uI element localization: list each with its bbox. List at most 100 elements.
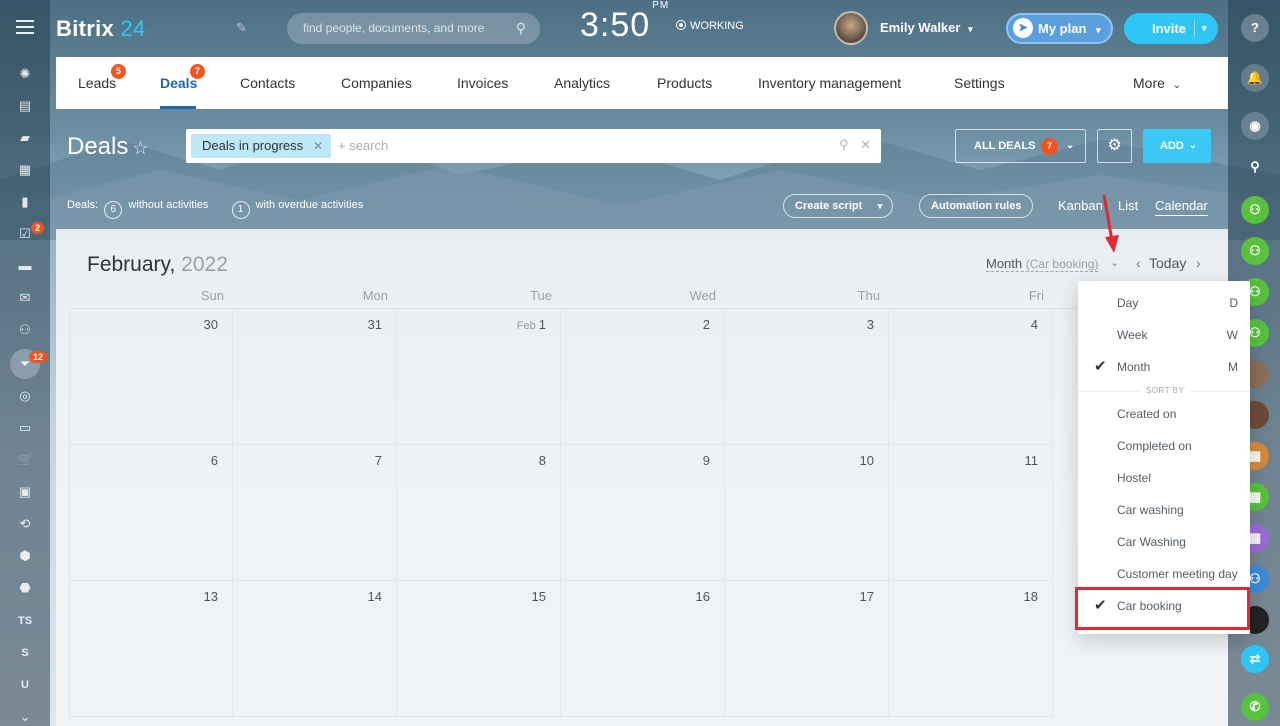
working-status[interactable]: WORKING xyxy=(676,20,744,32)
nav-products[interactable]: Products xyxy=(657,75,712,91)
chat-transfer-icon[interactable]: ⇄ xyxy=(1241,645,1269,673)
day-cell[interactable]: 16 xyxy=(561,581,725,717)
sidebar-item-ts[interactable]: TS xyxy=(17,614,33,628)
news-icon[interactable]: ▤ xyxy=(17,99,33,113)
menu-item-day[interactable]: Day D xyxy=(1078,287,1250,319)
sort-car-washing-2[interactable]: Car Washing xyxy=(1078,526,1250,558)
mail-icon[interactable]: ✉ xyxy=(17,291,33,305)
sort-completed-on[interactable]: Completed on xyxy=(1078,430,1250,462)
nav-settings[interactable]: Settings xyxy=(954,75,1005,91)
nav-active-underline xyxy=(160,106,196,109)
nav-contacts[interactable]: Contacts xyxy=(240,75,295,91)
groups-icon[interactable]: ⚇ xyxy=(17,323,33,337)
favorite-star-icon[interactable]: ☆ xyxy=(132,138,148,158)
nav-leads[interactable]: Leads xyxy=(78,75,116,91)
group-chat-icon-2[interactable]: ⚇ xyxy=(1241,237,1269,265)
nav-inventory-management[interactable]: Inventory management xyxy=(758,75,901,91)
automation-rules-button[interactable]: Automation rules xyxy=(919,194,1034,218)
activity-stream-icon[interactable]: ✺ xyxy=(17,67,33,81)
view-calendar[interactable]: Calendar xyxy=(1155,198,1208,216)
nav-deals[interactable]: Deals xyxy=(160,75,197,91)
sites-icon[interactable]: ▭ xyxy=(17,421,33,435)
notifications-icon[interactable]: 🔔 xyxy=(1241,64,1269,92)
sort-hostel[interactable]: Hostel xyxy=(1078,462,1250,494)
filter-search-icon[interactable]: ⚲ xyxy=(839,137,849,152)
nav-companies[interactable]: Companies xyxy=(341,75,412,91)
chip-close-icon[interactable]: ✕ xyxy=(313,134,323,158)
day-cell[interactable]: 4 xyxy=(889,309,1053,445)
expand-down-icon[interactable]: ⌄ xyxy=(17,710,33,724)
day-cell[interactable]: Feb 1 xyxy=(397,309,561,445)
user-menu[interactable]: Emily Walker ▾ xyxy=(880,20,973,35)
day-cell[interactable]: 17 xyxy=(725,581,889,717)
sort-created-on[interactable]: Created on xyxy=(1078,398,1250,430)
search-icon[interactable]: ⚲ xyxy=(1241,153,1269,181)
day-cell[interactable]: 30 xyxy=(69,309,233,445)
target-icon[interactable]: ◎ xyxy=(17,389,33,403)
day-cell[interactable]: 14 xyxy=(233,581,397,717)
day-cell[interactable]: 13 xyxy=(69,581,233,717)
filter-search-input[interactable]: + search xyxy=(338,138,388,153)
bitrix24-logo[interactable]: Bitrix 24 xyxy=(56,16,146,42)
day-cell[interactable]: 31 xyxy=(233,309,397,445)
day-cell[interactable]: 9 xyxy=(561,445,725,581)
filter-search-box[interactable]: Deals in progress ✕ + search ⚲ ✕ xyxy=(186,129,881,163)
create-script-chevron-icon[interactable]: ▾ xyxy=(878,195,883,217)
sidebar-item-u[interactable]: U xyxy=(17,678,33,692)
filter-clear-icon[interactable]: ✕ xyxy=(860,137,871,152)
view-kanban[interactable]: Kanban xyxy=(1058,198,1103,213)
user-avatar[interactable] xyxy=(834,11,868,45)
global-search-input[interactable]: find people, documents, and more ⚲ xyxy=(287,13,540,44)
overdue-activities-count[interactable]: 1 xyxy=(231,201,250,219)
package-icon[interactable]: ⬣ xyxy=(17,581,33,595)
calendar-icon[interactable]: ▦ xyxy=(17,163,33,177)
nav-invoices[interactable]: Invoices xyxy=(457,75,508,91)
group-chat-icon[interactable]: ⚇ xyxy=(1241,196,1269,224)
day-cell[interactable]: 7 xyxy=(233,445,397,581)
pencil-icon[interactable]: ✎ xyxy=(236,20,247,36)
all-deals-button[interactable]: ALL DEALS 7 ⌄ xyxy=(955,129,1086,163)
menu-burger-icon[interactable] xyxy=(16,20,34,38)
calendar-mode-selector[interactable]: Month (Car booking) xyxy=(986,256,1099,272)
sort-customer-meeting-day[interactable]: Customer meeting day xyxy=(1078,558,1250,590)
day-cell[interactable]: 2 xyxy=(561,309,725,445)
settings-gear-button[interactable]: ⚙ xyxy=(1097,129,1132,163)
documents-icon[interactable]: ▮ xyxy=(17,195,33,209)
sort-car-washing[interactable]: Car washing xyxy=(1078,494,1250,526)
invite-button[interactable]: Invite ▾ xyxy=(1124,13,1218,44)
contact-card-icon[interactable]: ▣ xyxy=(17,485,33,499)
day-cell[interactable]: 3 xyxy=(725,309,889,445)
without-activities-count[interactable]: 6 xyxy=(104,201,123,219)
chat-bubble-icon[interactable]: ◉ xyxy=(1241,112,1269,140)
day-cell[interactable]: 10 xyxy=(725,445,889,581)
day-cell[interactable]: 15 xyxy=(397,581,561,717)
invite-chevron-icon[interactable]: ▾ xyxy=(1202,13,1207,44)
sidebar-item-s[interactable]: S xyxy=(17,646,33,660)
calendar-mode: Month xyxy=(986,256,1023,271)
drive-icon[interactable]: ▬ xyxy=(17,259,33,273)
nav-analytics[interactable]: Analytics xyxy=(554,75,610,91)
filter-chip[interactable]: Deals in progress ✕ xyxy=(191,134,332,158)
day-cell[interactable]: 18 xyxy=(889,581,1053,717)
next-chevron-icon[interactable]: › xyxy=(1196,255,1201,271)
prev-chevron-icon[interactable]: ‹ xyxy=(1136,255,1141,271)
help-icon[interactable]: ? xyxy=(1241,14,1269,42)
sync-icon[interactable]: ⟲ xyxy=(17,517,33,531)
box-icon[interactable]: ⬢ xyxy=(17,549,33,563)
day-cell[interactable]: 11 xyxy=(889,445,1053,581)
add-button[interactable]: ADD ⌄ xyxy=(1143,129,1211,163)
today-button[interactable]: Today xyxy=(1149,255,1186,271)
day-cell[interactable]: 6 xyxy=(69,445,233,581)
my-plan-button[interactable]: ➤ My plan ▾ xyxy=(1006,13,1113,44)
without-activities-label[interactable]: without activities xyxy=(128,199,208,211)
day-cell[interactable]: 8 xyxy=(397,445,561,581)
phone-icon[interactable]: ✆ xyxy=(1241,693,1269,721)
overdue-activities-label[interactable]: with overdue activities xyxy=(256,199,364,211)
create-script-button[interactable]: Create script ▾ xyxy=(783,194,894,218)
mode-chevron-down-icon[interactable]: ⌄ xyxy=(1110,256,1119,269)
chat-icon[interactable]: ▰ xyxy=(17,131,33,145)
menu-item-month[interactable]: ✔ Month M xyxy=(1078,351,1250,383)
nav-more[interactable]: More ⌄ xyxy=(1133,75,1181,91)
shop-cart-icon[interactable]: 🛒 xyxy=(17,453,33,467)
menu-item-week[interactable]: Week W xyxy=(1078,319,1250,351)
